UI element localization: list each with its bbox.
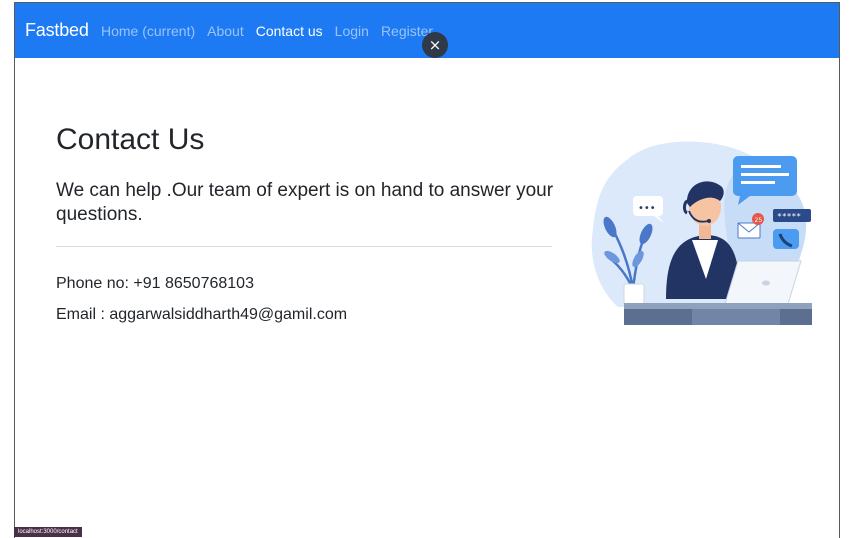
close-icon: × — [428, 36, 442, 54]
notification-count: 25 — [755, 217, 763, 224]
nav-link-contact[interactable]: Contact us — [256, 23, 323, 39]
customer-support-agent-illustration: ••• ***** 25 — [591, 141, 812, 325]
close-button[interactable]: × — [422, 32, 448, 58]
email-text: Email : aggarwalsiddharth49@gamil.com — [56, 306, 348, 323]
password-mask: ***** — [777, 212, 801, 221]
status-bar-url: localhost:3000/contact — [14, 527, 82, 537]
divider — [56, 246, 552, 247]
brand-link[interactable]: Fastbed — [25, 20, 89, 41]
nav-links: Home (current) About Contact us Login Re… — [101, 23, 433, 39]
phone-text: Phone no: +91 8650768103 — [56, 275, 254, 292]
browser-viewport: Fastbed Home (current) About Contact us … — [14, 2, 840, 538]
navbar: Fastbed Home (current) About Contact us … — [15, 3, 839, 58]
chat-dots: ••• — [638, 203, 656, 214]
page-title: Contact Us — [56, 123, 205, 156]
nav-link-login[interactable]: Login — [335, 23, 369, 39]
nav-link-about[interactable]: About — [207, 23, 244, 39]
lead-text: We can help .Our team of expert is on ha… — [56, 180, 554, 225]
nav-link-home[interactable]: Home (current) — [101, 23, 195, 39]
